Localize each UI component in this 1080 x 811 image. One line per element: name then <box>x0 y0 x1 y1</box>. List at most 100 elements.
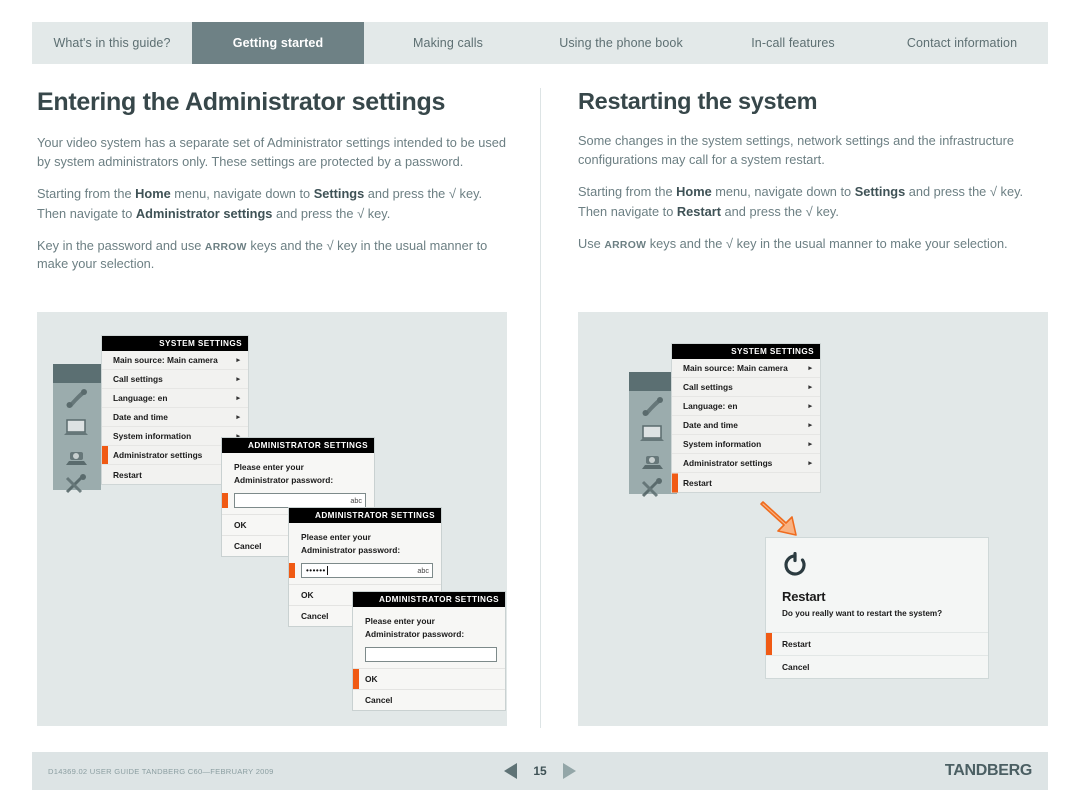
laptop-icon <box>640 425 664 441</box>
txt: keys and the <box>246 237 327 253</box>
password-field-row: •••••• abc <box>289 561 441 584</box>
cancel-label: Cancel <box>301 611 329 622</box>
menu-item-label: Language: en <box>683 401 738 411</box>
menu-item-main-source[interactable]: Main source: Main camera ▸ <box>672 359 820 378</box>
txt-bold-home: Home <box>135 185 171 201</box>
tab-using-the-phone-book[interactable]: Using the phone book <box>532 22 710 64</box>
check-key-glyph: √ <box>989 183 997 199</box>
menu-item-language[interactable]: Language: en ▸ <box>102 389 248 408</box>
menu-item-label: Call settings <box>113 374 163 384</box>
menu-item-label: Administrator settings <box>683 458 773 468</box>
selection-indicator <box>353 669 359 690</box>
prompt-line-2: Administrator password: <box>365 629 465 640</box>
tab-contact-information[interactable]: Contact information <box>876 22 1048 64</box>
right-column: Restarting the system Some changes in th… <box>578 88 1048 266</box>
page-title-left: Entering the Administrator settings <box>37 88 446 116</box>
menu-item-restart[interactable]: Restart <box>672 473 820 492</box>
menu-item-call-settings[interactable]: Call settings ▸ <box>102 370 248 389</box>
chevron-right-icon: ▸ <box>808 384 812 391</box>
right-paragraph-1: Some changes in the system settings, net… <box>578 133 1015 167</box>
tab-getting-started[interactable]: Getting started <box>192 22 364 64</box>
restart-card-cancel-button[interactable]: Cancel <box>766 655 988 678</box>
txt-bold-settings: Settings <box>854 183 906 199</box>
menu-item-language[interactable]: Language: en ▸ <box>672 397 820 416</box>
brand-logo: TANDBERG <box>944 762 1032 779</box>
menu-item-date-and-time[interactable]: Date and time ▸ <box>102 408 248 427</box>
restart-icon-wrap <box>766 538 988 585</box>
menu-item-label: Call settings <box>683 382 733 392</box>
chevron-right-icon: ▸ <box>808 441 812 448</box>
dialog-ok-button-3[interactable]: OK <box>353 668 505 690</box>
menu-title: SYSTEM SETTINGS <box>102 336 248 351</box>
restart-card-restart-button[interactable]: Restart <box>766 632 988 655</box>
tab-in-call-features[interactable]: In-call features <box>710 22 876 64</box>
password-input-1[interactable]: abc <box>234 493 366 509</box>
txt: key. <box>812 203 839 219</box>
input-mode-indicator: abc <box>417 566 429 576</box>
left-column: Entering the Administrator settings Your… <box>37 88 507 286</box>
next-page-triangle-icon[interactable] <box>562 763 576 779</box>
prev-page-triangle-icon[interactable] <box>504 763 518 779</box>
check-key-glyph: √ <box>725 235 734 251</box>
menu-item-system-information[interactable]: System information ▸ <box>672 435 820 454</box>
prompt-line-2: Administrator password: <box>301 545 401 556</box>
ok-label: OK <box>301 590 314 601</box>
menu-item-date-and-time[interactable]: Date and time ▸ <box>672 416 820 435</box>
menu-item-label: Date and time <box>683 420 738 430</box>
txt: and press the <box>905 183 990 199</box>
txt-bold-settings: Settings <box>313 185 365 201</box>
txt: and press the <box>272 205 358 221</box>
guide-page: What's in this guide? Getting started Ma… <box>0 0 1080 811</box>
menu-item-label: System information <box>683 439 762 449</box>
restart-card-question: Do you really want to restart the system… <box>782 609 943 618</box>
menu-item-administrator-settings[interactable]: Administrator settings ▸ <box>672 454 820 473</box>
menu-item-label: Main source: Main camera <box>113 355 218 365</box>
page-number: 15 <box>533 764 547 778</box>
menu-item-main-source[interactable]: Main source: Main camera ▸ <box>102 351 248 370</box>
tools-icon <box>65 474 86 494</box>
dialog-prompt: Please enter your Administrator password… <box>289 523 441 561</box>
selection-indicator <box>222 493 228 509</box>
txt: Key in the password and use <box>37 237 205 253</box>
tab-label: Getting started <box>232 36 324 50</box>
phone-handset-icon <box>66 389 87 408</box>
prompt-line-1: Please enter your <box>234 462 304 472</box>
camera-icon <box>66 452 87 465</box>
tab-label: Contact information <box>906 36 1018 50</box>
tab-making-calls[interactable]: Making calls <box>364 22 532 64</box>
prompt-line-1: Please enter your <box>365 616 435 626</box>
dialog-cancel-button-3[interactable]: Cancel <box>353 689 505 710</box>
dialog-title: ADMINISTRATOR SETTINGS <box>353 592 505 607</box>
tools-icon <box>641 478 662 498</box>
menu-title: SYSTEM SETTINGS <box>672 344 820 359</box>
password-value: •••••• <box>306 566 326 576</box>
selection-indicator <box>102 446 108 464</box>
arrow-keys-smallcaps: ARROW <box>204 241 247 253</box>
check-key-glyph: √ <box>326 237 334 253</box>
txt-bold-restart: Restart <box>676 203 721 219</box>
cancel-label: Cancel <box>782 662 810 672</box>
selection-indicator <box>672 473 678 492</box>
password-input-2[interactable]: •••••• abc <box>301 563 433 579</box>
check-key-glyph: √ <box>805 203 813 219</box>
menu-item-call-settings[interactable]: Call settings ▸ <box>672 378 820 397</box>
txt: Starting from the <box>37 185 136 201</box>
dialog-prompt: Please enter your Administrator password… <box>353 607 505 645</box>
menu-item-label: Main source: Main camera <box>683 363 788 373</box>
ok-label: OK <box>365 674 378 685</box>
tab-label: Making calls <box>413 36 483 50</box>
device-icon-strip-left <box>53 364 101 494</box>
password-input-3[interactable] <box>365 647 497 663</box>
restart-card-title: Restart <box>782 589 826 604</box>
prompt-line-2: Administrator password: <box>234 475 334 486</box>
chevron-right-icon: ▸ <box>808 403 812 410</box>
menu-item-label: Date and time <box>113 412 168 422</box>
chevron-right-icon: ▸ <box>236 414 240 421</box>
tab-whats-in-this-guide[interactable]: What's in this guide? <box>32 22 192 64</box>
right-illustration-panel: SYSTEM SETTINGS Main source: Main camera… <box>578 312 1048 726</box>
txt: keys and the <box>646 235 726 251</box>
dialog-title: ADMINISTRATOR SETTINGS <box>289 508 441 523</box>
tab-label: Using the phone book <box>559 36 683 50</box>
menu-item-label: Administrator settings <box>113 450 203 460</box>
restart-confirmation-card: Restart Do you really want to restart th… <box>766 538 988 678</box>
